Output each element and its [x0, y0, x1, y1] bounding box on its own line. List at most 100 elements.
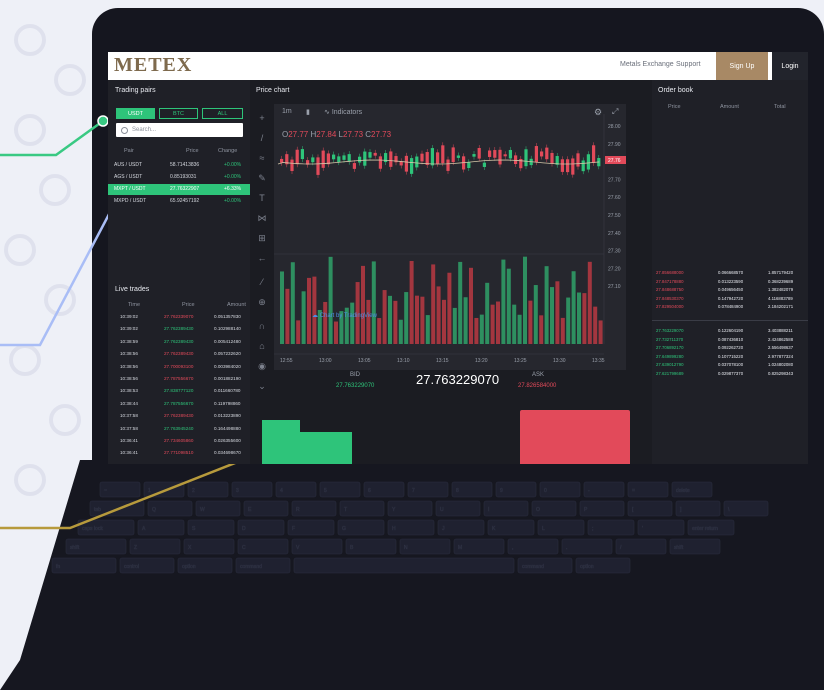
volume-bar [404, 292, 409, 344]
order-row-asks[interactable]: 27.829504000 0.078484900 2.184202171 [652, 304, 808, 313]
volume-bar [474, 317, 479, 344]
order-row-bids[interactable]: 27.763229070 0.122604190 3.403888211 [652, 328, 808, 337]
nav-support[interactable]: Support [676, 61, 701, 68]
search-input[interactable]: Search... [116, 123, 243, 137]
pair-row[interactable]: AUS / USDT 58.71413836 +0.00% [108, 160, 250, 171]
order-total: 2.977877324 [768, 353, 794, 359]
brush-icon[interactable]: ✎ [256, 172, 268, 184]
col-price: Price [186, 148, 199, 154]
fib-icon[interactable]: ≈ [256, 152, 268, 164]
tab-all[interactable]: ALL [202, 108, 243, 119]
candle-body [321, 150, 325, 168]
keyboard-key-label: 7 [412, 488, 415, 494]
order-amount: 0.107715220 [718, 353, 744, 359]
order-price: 27.829504000 [656, 304, 684, 310]
trade-time: 10:36:41 [120, 450, 138, 456]
bid-depth-step [262, 420, 300, 434]
signup-button[interactable]: Sign Up [716, 52, 768, 80]
pattern-icon[interactable]: ⋈ [256, 212, 268, 224]
candle-body [300, 149, 304, 160]
order-amount: 0.029877370 [718, 371, 744, 376]
order-row-bids[interactable]: 27.732711370 0.087436810 2.424862588 [652, 337, 808, 346]
pair-row[interactable]: AGS / USDT 0.85193031 +0.00% [108, 172, 250, 183]
keyboard-key [587, 519, 635, 536]
candle-body [451, 147, 455, 163]
chevron-down-icon[interactable]: ⌄ [256, 380, 268, 392]
tab-btc[interactable]: BTC [159, 108, 198, 119]
trade-amount: 0.003984020 [214, 363, 241, 369]
search-icon [121, 126, 128, 134]
order-row-bids[interactable]: 27.621799689 0.029877370 0.825298343 [652, 371, 808, 380]
zoom-icon[interactable]: ⊕ [256, 296, 268, 308]
trade-row: 10:38:56 27.762389430 0.057232620 [108, 351, 250, 360]
pair-row[interactable]: MXPT / USDT 27.76322907 +6.33% [108, 184, 250, 195]
candle-body [534, 146, 538, 163]
pair-price: 65.92457192 [170, 198, 200, 204]
pair-price: 58.71413836 [170, 162, 200, 168]
trend-line-icon[interactable]: / [256, 132, 268, 144]
candle-body [352, 163, 356, 169]
pair-row[interactable]: MXPD / USDT 65.92457192 +0.00% [108, 196, 250, 207]
candle-body [363, 151, 367, 166]
text-icon[interactable]: T [256, 192, 268, 204]
keyboard-key-label: N [404, 545, 408, 551]
magnet-icon[interactable]: ∩ [256, 320, 268, 332]
order-row-bids[interactable]: 27.639012790 0.037078100 1.024802080 [652, 362, 808, 371]
logo[interactable]: METEX [114, 54, 192, 77]
keyboard-key-label: delete [676, 488, 690, 494]
order-row-bids[interactable]: 27.649899280 0.107715220 2.977877324 [652, 354, 808, 363]
lock-icon[interactable]: ⌂ [256, 340, 268, 352]
candle-body [560, 159, 564, 172]
chart-canvas[interactable]: 1m ▮ ∿ Indicators ⚙ ⤢ O27.77 H27.84 L27.… [274, 104, 626, 370]
order-price: 27.649899280 [656, 353, 684, 359]
volume-bar [307, 277, 311, 344]
price-tick: 27.70 [608, 177, 621, 183]
pair-price: 0.85193031 [170, 174, 197, 180]
trade-amount: 0.164498880 [214, 425, 241, 431]
measure-icon[interactable]: ⊞ [256, 232, 268, 244]
volume-bar [452, 307, 457, 344]
volume-bar [393, 300, 398, 344]
trade-amount: 0.102988140 [214, 326, 241, 332]
nav-metals-exchange[interactable]: Metals Exchange [620, 61, 674, 68]
volume-bar [425, 315, 430, 344]
keyboard-key-label: R [296, 507, 300, 513]
trade-row: 10:38:56 27.700093100 0.003984020 [108, 364, 250, 373]
arrow-left-icon[interactable]: ← [256, 252, 268, 264]
candle-body [389, 151, 393, 167]
volume-bar [350, 302, 355, 344]
ask-label: ASK [532, 372, 545, 378]
price-chart-title: Price chart [256, 87, 290, 94]
candle-body [508, 149, 512, 159]
keyboard-key [437, 519, 485, 536]
ask-value: 27.826584000 [518, 383, 557, 389]
keyboard-key-label: tab [94, 507, 101, 513]
trade-price: 27.771098510 [164, 450, 194, 456]
volume-bar [582, 293, 587, 344]
order-amount: 0.013223590 [718, 278, 744, 284]
order-row-asks[interactable]: 27.847178880 0.013223590 0.368239689 [652, 279, 808, 288]
login-button[interactable]: Login [772, 52, 808, 80]
trade-time: 10:39:02 [120, 326, 138, 332]
volume-bar [555, 281, 560, 344]
time-tick: 12:55 [280, 358, 293, 364]
ruler-icon[interactable]: ⁄ [256, 276, 268, 288]
order-row-asks[interactable]: 27.848688750 0.049656450 1.382482079 [652, 287, 808, 296]
volume-bar [420, 296, 425, 344]
candle-body [477, 147, 481, 159]
tab-usdt[interactable]: USDT [116, 108, 155, 119]
order-row-asks[interactable]: 27.848530370 0.147942720 4.116883789 [652, 296, 808, 305]
volume-bar [550, 287, 554, 344]
order-row-asks[interactable]: 27.856688000 0.066668570 1.857179420 [652, 270, 808, 279]
crosshair-icon[interactable]: + [256, 112, 268, 124]
candle-body [446, 159, 450, 171]
volume-bar [382, 290, 387, 344]
trade-row: 10:37:58 27.762389430 0.013223890 [108, 413, 250, 422]
candle-body [436, 152, 440, 164]
eye-icon[interactable]: ◉ [256, 360, 268, 372]
search-placeholder: Search... [132, 127, 157, 133]
order-row-bids[interactable]: 27.706892170 0.092262720 2.556498637 [652, 345, 808, 354]
price-tick: 27.10 [608, 284, 621, 290]
volume-bar [431, 264, 436, 344]
volume-bar [280, 271, 284, 344]
